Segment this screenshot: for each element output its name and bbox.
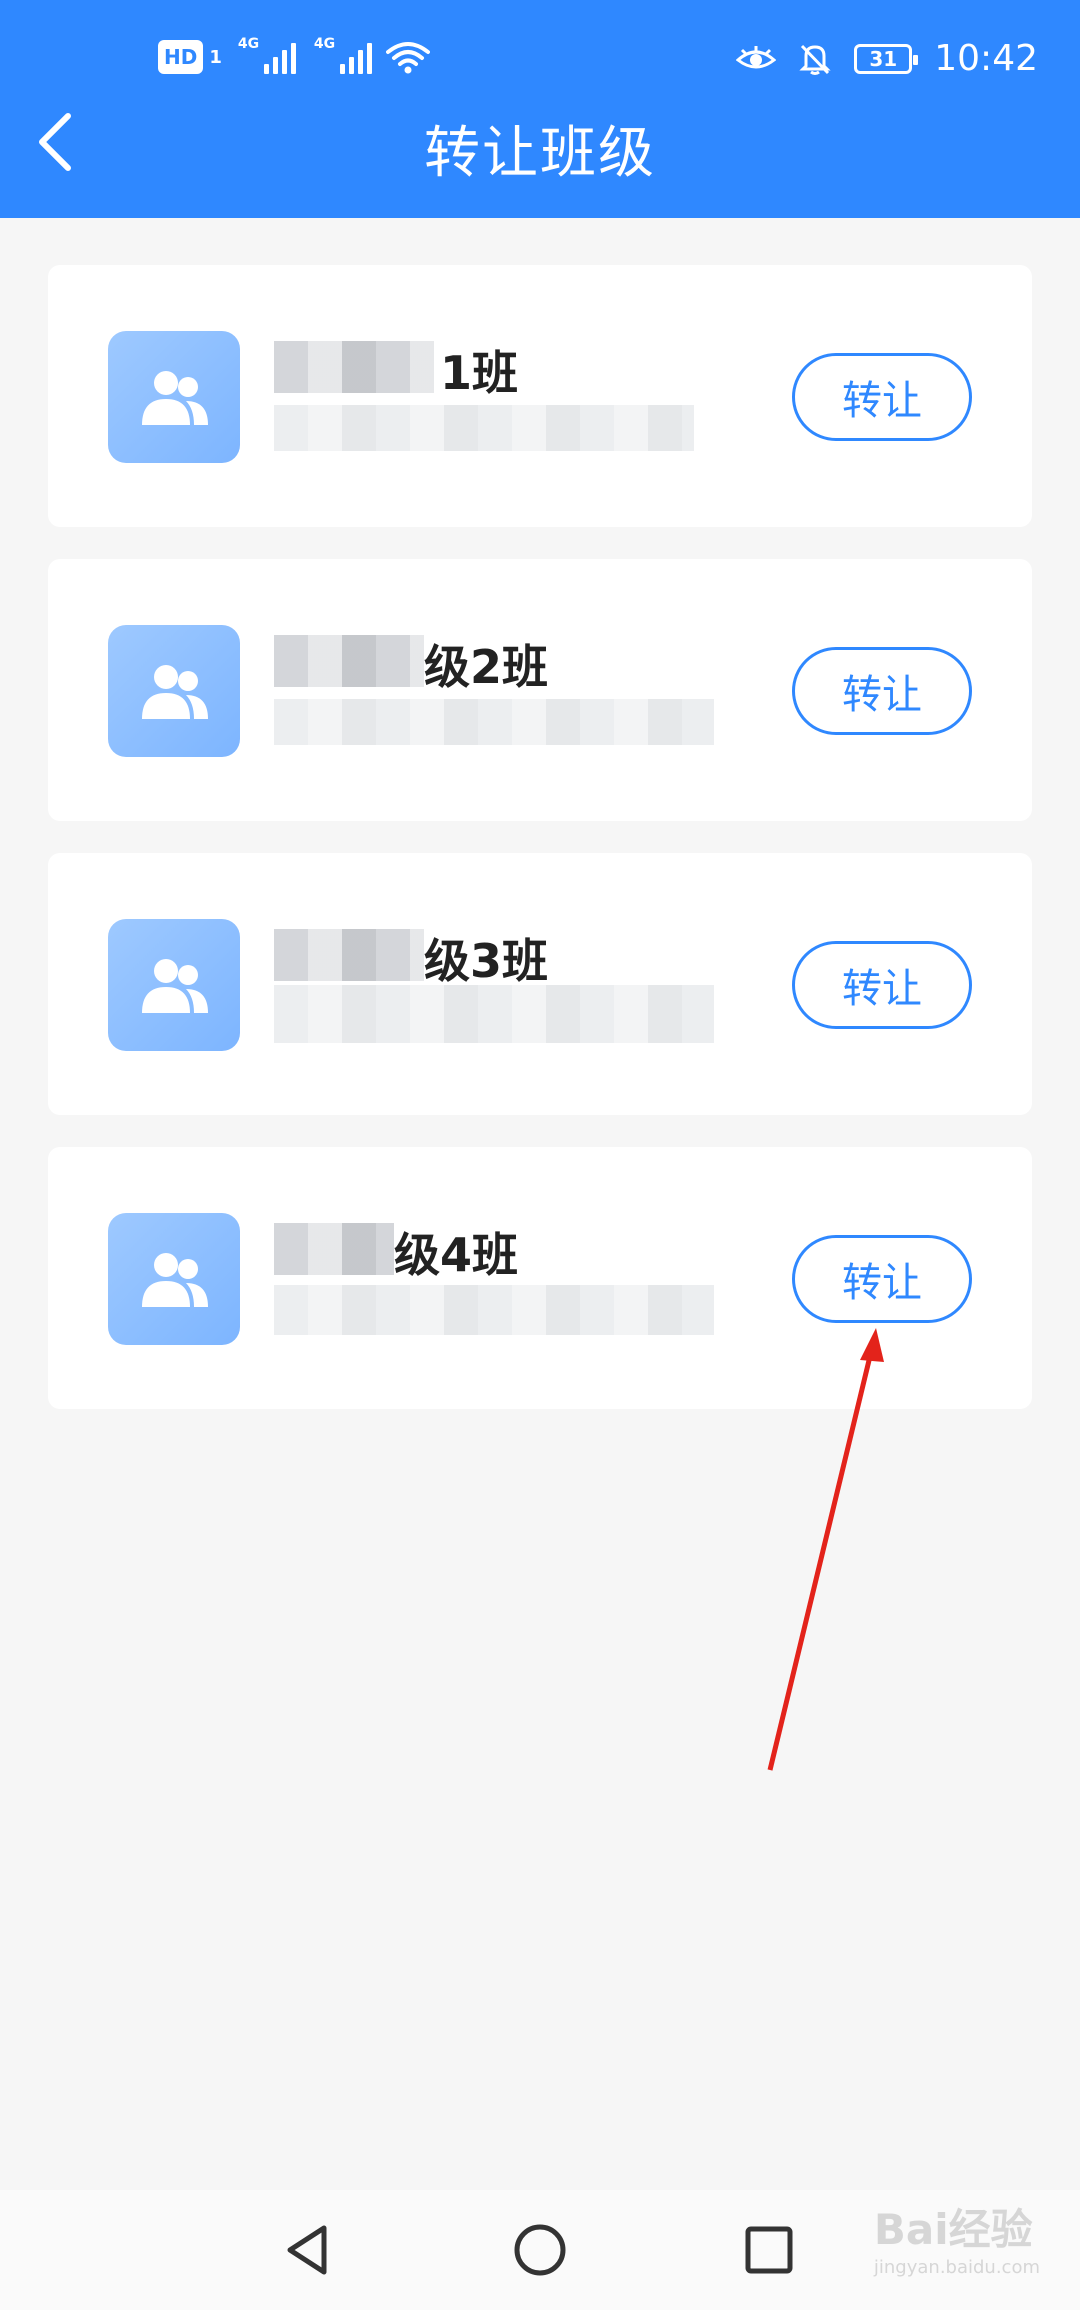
class-avatar	[108, 331, 240, 463]
class-card: 1班 转让	[48, 265, 1032, 527]
hd-badge: HD	[158, 40, 204, 74]
blurred-name	[274, 929, 424, 981]
transfer-button[interactable]: 转让	[792, 1235, 972, 1323]
status-time: 10:42	[934, 38, 1038, 79]
class-avatar	[108, 1213, 240, 1345]
group-icon	[142, 665, 208, 719]
network-type-2: 4G	[313, 36, 336, 52]
status-bar: HD 1 4G 4G 31 10:42	[0, 0, 1080, 120]
class-card: 级3班 转让	[48, 853, 1032, 1115]
class-name: 级4班	[394, 1228, 519, 1282]
blurred-subtitle	[274, 985, 714, 1043]
class-card: 级2班 转让	[48, 559, 1032, 821]
class-avatar	[108, 919, 240, 1051]
blurred-name	[274, 635, 424, 687]
class-name: 级3班	[424, 934, 549, 988]
transfer-button[interactable]: 转让	[792, 941, 972, 1029]
page-title: 转让班级	[424, 121, 656, 186]
group-icon	[142, 371, 208, 425]
baidu-watermark: Bai经验 jingyan.baidu.com	[874, 2196, 1040, 2278]
class-name: 1班	[440, 346, 519, 400]
wifi-icon	[385, 42, 430, 74]
blurred-name	[274, 1223, 394, 1275]
status-right: 31 10:42	[736, 38, 1038, 79]
transfer-button[interactable]: 转让	[792, 353, 972, 441]
class-card: 级4班 转让	[48, 1147, 1032, 1409]
watermark-sub: jingyan.baidu.com	[873, 2257, 1040, 2278]
group-icon	[142, 1253, 208, 1307]
app-header: HD 1 4G 4G 31 10:42 转让班级	[0, 0, 1080, 218]
battery-icon: 31	[854, 43, 919, 74]
blurred-subtitle	[274, 1285, 714, 1335]
nav-back-icon[interactable]	[272, 2214, 344, 2286]
network-type-1: 4G	[237, 36, 260, 52]
nav-recents-icon[interactable]	[733, 2214, 805, 2286]
hd-sim-label: 1	[209, 46, 222, 68]
group-icon	[142, 959, 208, 1013]
screen: HD 1 4G 4G 31 10:42 转让班级 1班 转让 级2班 转让 级3…	[0, 0, 1080, 2310]
status-left: HD 1 4G 4G	[158, 36, 430, 74]
blurred-name	[274, 341, 434, 393]
nav-home-icon[interactable]	[504, 2214, 576, 2286]
class-avatar	[108, 625, 240, 757]
blurred-subtitle	[274, 699, 714, 745]
class-name: 级2班	[424, 640, 549, 694]
blurred-subtitle	[274, 405, 694, 451]
cell-signal-2-icon: 4G	[314, 36, 372, 74]
cell-signal-1-icon: 4G	[238, 36, 296, 74]
eye-comfort-icon	[736, 45, 777, 68]
transfer-button[interactable]: 转让	[792, 647, 972, 735]
bell-muted-icon	[799, 44, 831, 75]
watermark-text: Bai经验	[873, 2205, 1033, 2254]
